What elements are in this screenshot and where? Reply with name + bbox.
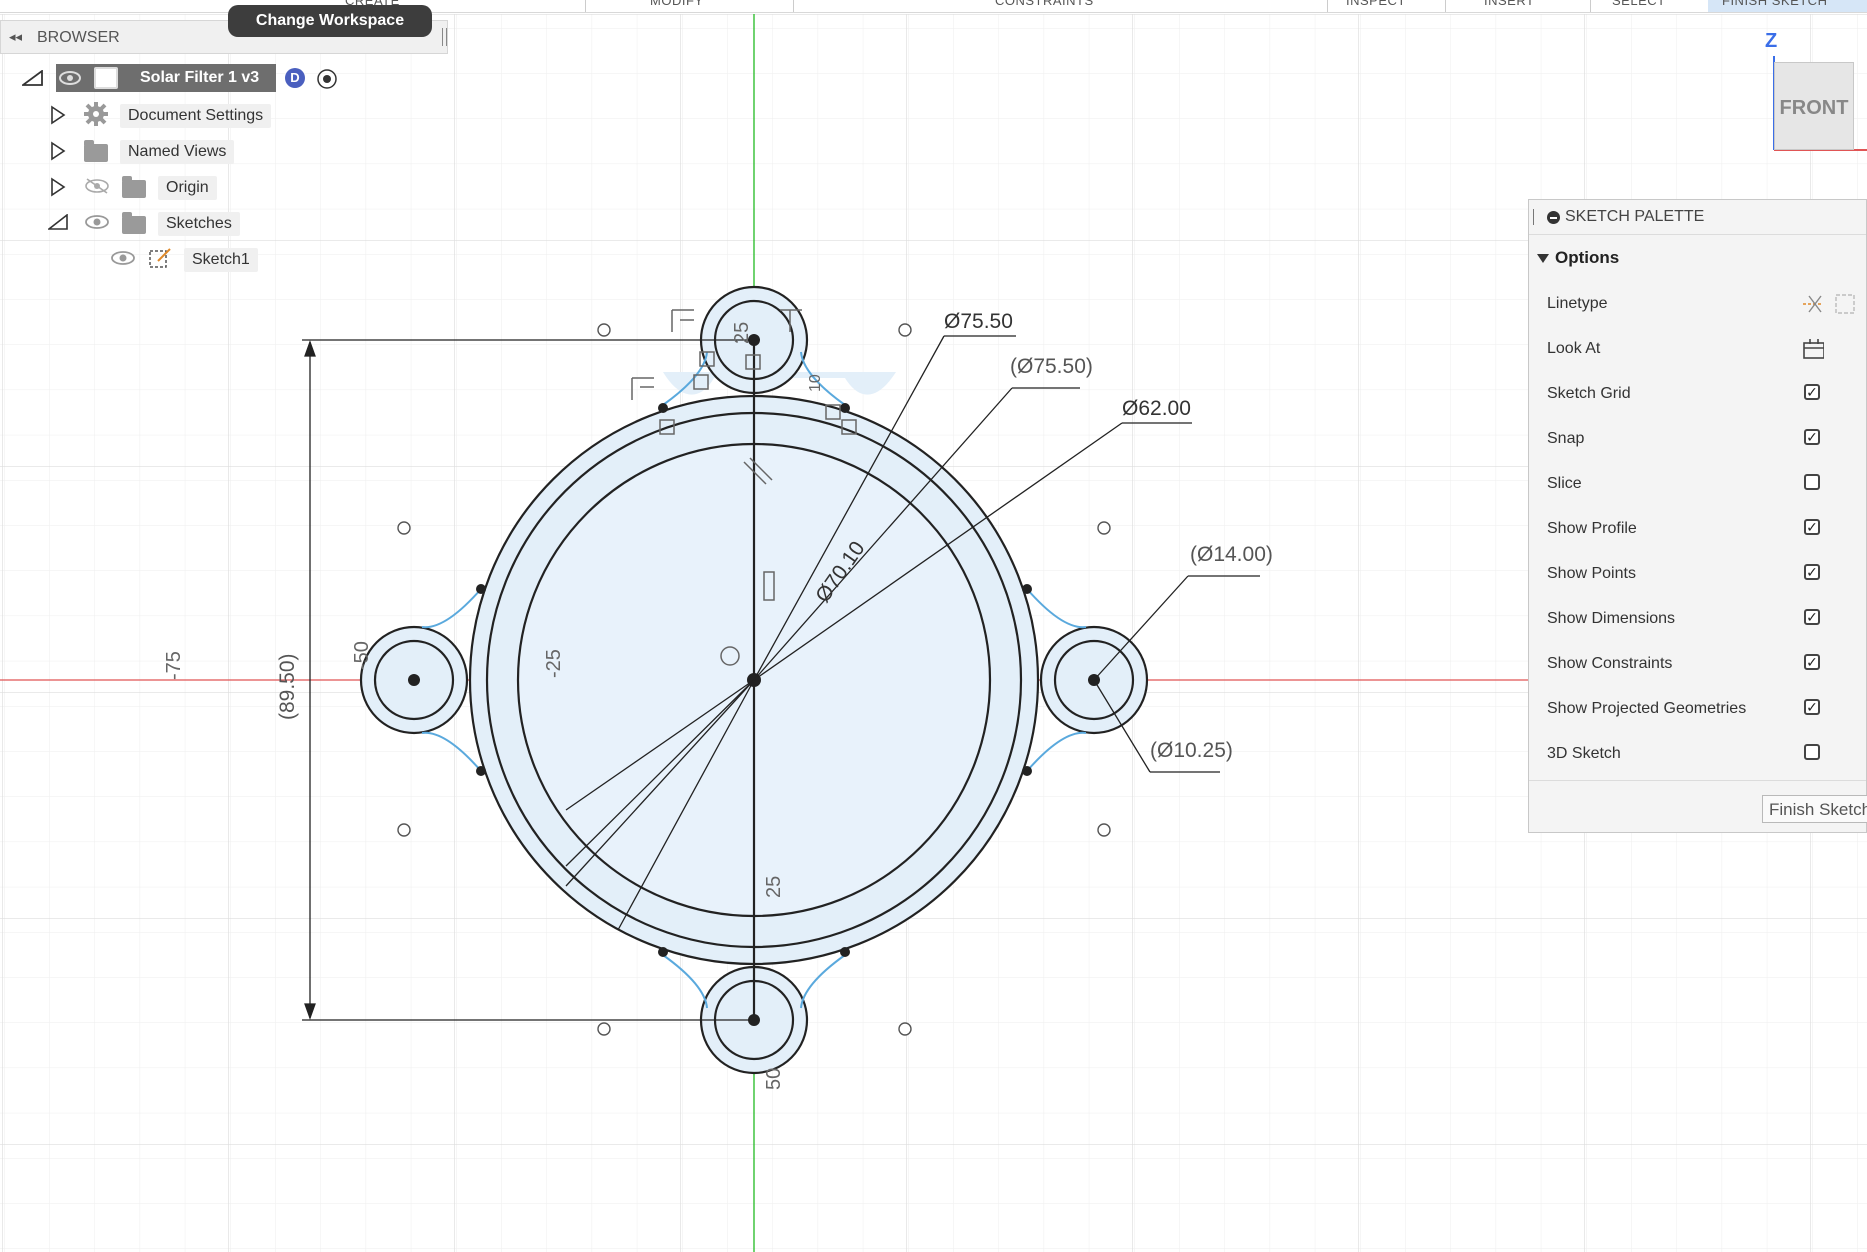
- expand-right-icon[interactable]: [50, 177, 66, 197]
- sketch-palette: SKETCH PALETTE Options Linetype Look At …: [1528, 199, 1867, 833]
- palette-header[interactable]: SKETCH PALETTE: [1529, 200, 1866, 235]
- dim-diameter-75-50: Ø75.50: [944, 310, 1013, 333]
- palette-row-label: Sketch Grid: [1547, 385, 1631, 402]
- expand-right-icon[interactable]: [50, 141, 66, 161]
- palette-row-label: Look At: [1547, 340, 1601, 357]
- show-constraints-checkbox[interactable]: ✓: [1804, 654, 1820, 670]
- palette-title: SKETCH PALETTE: [1565, 208, 1705, 225]
- palette-row-linetype: Linetype: [1547, 289, 1855, 319]
- gear-icon: [84, 102, 108, 126]
- palette-row-label: Show Constraints: [1547, 655, 1673, 672]
- palette-row-show-profile: Show Profile ✓: [1547, 514, 1847, 544]
- axis-label-neg25: -25: [543, 649, 565, 678]
- palette-row-label: 3D Sketch: [1547, 745, 1621, 762]
- palette-row-label: Show Points: [1547, 565, 1636, 582]
- browser-root-row[interactable]: Solar Filter 1 v3 D: [0, 64, 360, 92]
- palette-row-show-projected-geometries: Show Projected Geometries ✓: [1547, 694, 1847, 724]
- eye-icon[interactable]: [58, 70, 82, 86]
- expand-down-icon[interactable]: [48, 214, 68, 230]
- snap-checkbox[interactable]: ✓: [1804, 429, 1820, 445]
- expand-right-icon[interactable]: [50, 105, 66, 125]
- axis-label-neg50: -50: [351, 641, 373, 670]
- palette-row-3d-sketch: 3D Sketch: [1547, 739, 1847, 769]
- palette-row-look-at: Look At: [1547, 334, 1847, 364]
- root-label[interactable]: Solar Filter 1 v3: [140, 69, 259, 87]
- expand-down-icon[interactable]: [22, 70, 44, 86]
- show-dimensions-checkbox[interactable]: ✓: [1804, 609, 1820, 625]
- eye-hidden-icon[interactable]: [84, 178, 110, 194]
- radio-target-icon[interactable]: [316, 68, 338, 90]
- options-label: Options: [1555, 248, 1620, 267]
- caret-down-icon: [1537, 254, 1549, 264]
- viewcube-z-label: Z: [1765, 30, 1778, 52]
- palette-divider: [1529, 780, 1866, 781]
- browser-item-named-views[interactable]: Named Views: [0, 136, 300, 164]
- palette-row-show-dimensions: Show Dimensions ✓: [1547, 604, 1847, 634]
- folder-icon: [122, 176, 146, 198]
- palette-row-label: Slice: [1547, 475, 1582, 492]
- axis-label-neg75: -75: [163, 651, 185, 680]
- browser-item-origin[interactable]: Origin: [0, 172, 300, 200]
- axis-label-pos50: 50: [763, 1068, 785, 1090]
- finish-sketch-button[interactable]: Finish Sketch: [1762, 795, 1867, 823]
- dim-diameter-14-00-ref: (Ø14.00): [1190, 543, 1273, 566]
- axis-label-top-small: 10: [807, 374, 824, 392]
- palette-row-snap: Snap ✓: [1547, 424, 1847, 454]
- browser-item-sketch1[interactable]: Sketch1: [0, 244, 300, 272]
- folder-icon: [84, 140, 108, 162]
- browser-item-label[interactable]: Sketch1: [184, 248, 258, 272]
- palette-row-label: Show Projected Geometries: [1547, 700, 1747, 717]
- browser-item-label[interactable]: Sketches: [158, 212, 240, 236]
- dim-diameter-62-00: Ø62.00: [1122, 397, 1191, 420]
- collapse-palette-icon[interactable]: [1547, 211, 1560, 224]
- palette-row-show-constraints: Show Constraints ✓: [1547, 649, 1847, 679]
- sketch-grid-checkbox[interactable]: ✓: [1804, 384, 1820, 400]
- browser-item-label[interactable]: Origin: [158, 176, 217, 200]
- look-at-icon[interactable]: [1802, 337, 1824, 359]
- construction-linetype-icon[interactable]: [1801, 292, 1823, 314]
- dim-diameter-10-25-ref: (Ø10.25): [1150, 739, 1233, 762]
- palette-grip-icon[interactable]: [1533, 209, 1534, 225]
- axis-label-pos25: 25: [763, 876, 785, 898]
- folder-icon: [122, 212, 146, 234]
- collapse-browser-icon[interactable]: ◂◂: [9, 29, 22, 45]
- dim-height-89-50-ref: (89.50): [276, 653, 299, 720]
- viewcube-front-face[interactable]: FRONT: [1774, 62, 1854, 150]
- slice-checkbox[interactable]: [1804, 474, 1820, 490]
- active-doc-icon[interactable]: D: [285, 68, 305, 88]
- browser-item-label[interactable]: Named Views: [120, 140, 235, 164]
- show-profile-checkbox[interactable]: ✓: [1804, 519, 1820, 535]
- dim-diameter-75-50-ref: (Ø75.50): [1010, 355, 1093, 378]
- component-icon: [94, 67, 118, 89]
- centerline-linetype-icon[interactable]: [1833, 292, 1855, 314]
- palette-row-label: Snap: [1547, 430, 1585, 447]
- palette-row-sketch-grid: Sketch Grid ✓: [1547, 379, 1847, 409]
- browser-item-document-settings[interactable]: Document Settings: [0, 100, 300, 128]
- palette-row-show-points: Show Points ✓: [1547, 559, 1847, 589]
- eye-icon[interactable]: [84, 214, 110, 230]
- palette-row-slice: Slice: [1547, 469, 1847, 499]
- show-points-checkbox[interactable]: ✓: [1804, 564, 1820, 580]
- change-workspace-tooltip: Change Workspace: [228, 5, 432, 37]
- browser-title: BROWSER: [37, 29, 120, 46]
- show-projected-geometries-checkbox[interactable]: ✓: [1804, 699, 1820, 715]
- 3d-sketch-checkbox[interactable]: [1804, 744, 1820, 760]
- sketch-icon: [149, 248, 171, 268]
- palette-row-label: Linetype: [1547, 295, 1608, 312]
- eye-icon[interactable]: [110, 250, 136, 266]
- palette-row-label: Show Dimensions: [1547, 610, 1676, 627]
- palette-row-label: Show Profile: [1547, 520, 1637, 537]
- options-section-toggle[interactable]: Options: [1537, 248, 1619, 268]
- browser-item-sketches[interactable]: Sketches: [0, 208, 300, 236]
- browser-item-label[interactable]: Document Settings: [120, 104, 272, 128]
- axis-label-top25: 25: [731, 322, 753, 344]
- browser-grip-icon[interactable]: [442, 28, 447, 46]
